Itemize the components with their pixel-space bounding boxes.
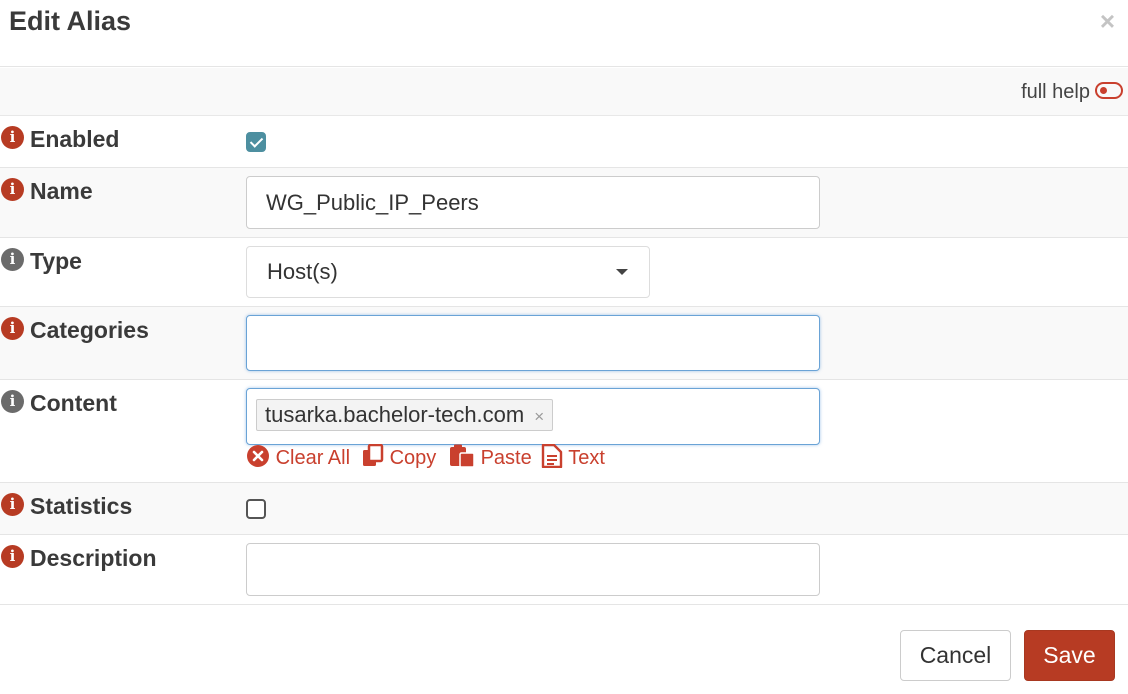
- description-label: Description: [30, 545, 157, 571]
- clear-all-link[interactable]: Clear All: [246, 444, 350, 470]
- type-select[interactable]: Host(s): [246, 246, 650, 298]
- file-text-icon: [541, 443, 563, 469]
- enabled-label: Enabled: [30, 126, 120, 152]
- copy-icon: [363, 443, 384, 466]
- paste-label: Paste: [480, 447, 532, 469]
- content-label: Content: [30, 390, 117, 416]
- save-button[interactable]: Save: [1024, 630, 1115, 681]
- close-icon[interactable]: ×: [1100, 6, 1115, 37]
- copy-link[interactable]: Copy: [362, 443, 437, 470]
- times-circle-icon: [247, 445, 269, 467]
- info-icon[interactable]: i: [1, 178, 24, 201]
- full-help-toggle-icon[interactable]: [1095, 82, 1123, 99]
- row-categories: i Categories: [0, 307, 1128, 380]
- row-type: i Type Host(s): [0, 238, 1128, 307]
- help-bar: full help: [0, 68, 1128, 116]
- name-label: Name: [30, 178, 93, 204]
- name-input[interactable]: WG_Public_IP_Peers: [246, 176, 820, 229]
- row-description: i Description: [0, 535, 1128, 605]
- enabled-checkbox[interactable]: [246, 132, 266, 152]
- content-token: tusarka.bachelor-tech.com ×: [256, 399, 554, 431]
- paste-icon: [450, 444, 475, 468]
- info-icon[interactable]: i: [1, 545, 24, 568]
- full-help-label: full help: [1021, 81, 1090, 103]
- info-icon[interactable]: i: [1, 317, 24, 340]
- content-token-label: tusarka.bachelor-tech.com: [265, 402, 525, 427]
- statistics-label: Statistics: [30, 493, 133, 519]
- clear-all-label: Clear All: [275, 447, 351, 469]
- type-select-value: Host(s): [267, 259, 338, 284]
- modal-header: Edit Alias ×: [0, 0, 1128, 67]
- row-enabled: i Enabled: [0, 116, 1128, 168]
- categories-label: Categories: [30, 317, 149, 343]
- text-label: Text: [568, 447, 605, 469]
- modal-title: Edit Alias: [9, 6, 132, 36]
- row-content: i Content tusarka.bachelor-tech.com × Cle…: [0, 380, 1128, 483]
- description-input[interactable]: [246, 543, 820, 596]
- row-statistics: i Statistics: [0, 483, 1128, 535]
- content-tokens-input[interactable]: tusarka.bachelor-tech.com ×: [246, 388, 820, 445]
- row-name: i Name WG_Public_IP_Peers: [0, 168, 1128, 238]
- token-remove-icon[interactable]: ×: [534, 407, 544, 426]
- statistics-checkbox[interactable]: [246, 499, 266, 519]
- info-icon[interactable]: i: [1, 126, 24, 149]
- info-icon[interactable]: i: [1, 248, 24, 271]
- categories-input[interactable]: [246, 315, 820, 371]
- paste-link[interactable]: Paste: [449, 444, 532, 470]
- info-icon[interactable]: i: [1, 493, 24, 516]
- caret-down-icon: [616, 269, 628, 275]
- text-link[interactable]: Text: [541, 443, 605, 470]
- info-icon[interactable]: i: [1, 390, 24, 413]
- type-label: Type: [30, 248, 82, 274]
- copy-label: Copy: [389, 447, 437, 469]
- cancel-button[interactable]: Cancel: [900, 630, 1011, 681]
